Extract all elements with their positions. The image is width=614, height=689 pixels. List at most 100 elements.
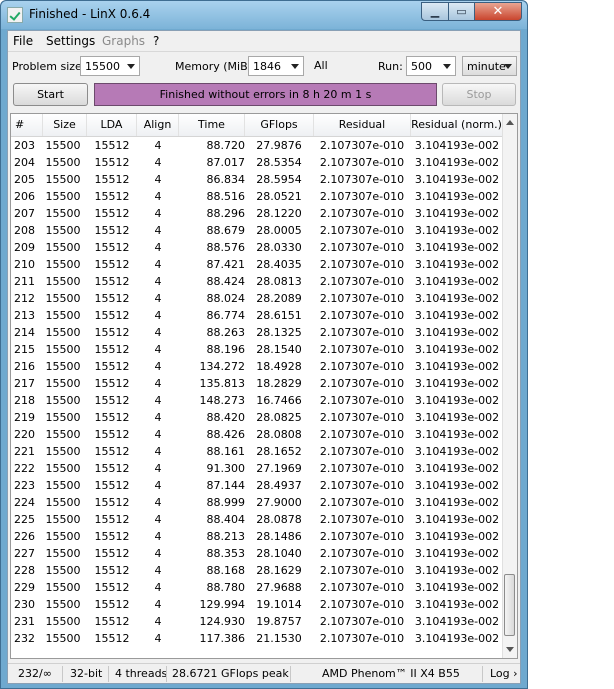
table-row[interactable]: 227 15500 15512 4 88.353 28.1040 2.107307e-010…: [11, 545, 503, 562]
scroll-thumb[interactable]: [504, 574, 515, 636]
table-row[interactable]: 205 15500 15512 4 86.834 28.5954 2.107307e-010…: [11, 171, 503, 188]
table-header: # Size LDA Align Time GFlops Residual Re…: [11, 114, 503, 137]
memory-select[interactable]: 1846: [248, 56, 304, 76]
all-button[interactable]: All: [314, 59, 328, 72]
checkmark-app-icon[interactable]: [7, 7, 23, 23]
cell-time: 88.161: [206, 445, 246, 458]
cell-number: 217: [14, 377, 35, 390]
cell-align: 4: [154, 615, 162, 628]
table-row[interactable]: 232 15500 15512 4 117.386 21.1530 2.107307e-01…: [11, 630, 503, 647]
cell-size: 15500: [45, 598, 81, 611]
column-header-residual[interactable]: Residual: [314, 114, 411, 136]
maximize-button[interactable]: ▭: [448, 2, 475, 21]
table-row[interactable]: 204 15500 15512 4 87.017 28.5354 2.107307e-010…: [11, 154, 503, 171]
cell-residual-norm: 3.104193e-002: [414, 292, 500, 305]
menu-file[interactable]: File: [13, 34, 33, 48]
cell-lda: 15512: [94, 428, 130, 441]
table-row[interactable]: 207 15500 15512 4 88.296 28.1220 2.107307e-010…: [11, 205, 503, 222]
results-table: # Size LDA Align Time GFlops Residual Re…: [10, 113, 518, 659]
cell-time: 88.516: [206, 190, 246, 203]
table-row[interactable]: 214 15500 15512 4 88.263 28.1325 2.107307e-010…: [11, 324, 503, 341]
cell-time: 88.353: [206, 547, 246, 560]
table-row[interactable]: 213 15500 15512 4 86.774 28.6151 2.107307e-010…: [11, 307, 503, 324]
column-header-lda[interactable]: LDA: [87, 114, 137, 136]
cell-gflops: 28.1486: [256, 530, 302, 543]
cell-residual-norm: 3.104193e-002: [414, 309, 500, 322]
table-row[interactable]: 222 15500 15512 4 91.300 27.1969 2.107307e-010…: [11, 460, 503, 477]
table-row[interactable]: 217 15500 15512 4 135.813 18.2829 2.107307e-01…: [11, 375, 503, 392]
table-row[interactable]: 211 15500 15512 4 88.424 28.0813 2.107307e-010…: [11, 273, 503, 290]
cell-number: 231: [14, 615, 35, 628]
status-cpu-name: AMD Phenom™ II X4 B55: [322, 667, 460, 680]
cell-residual-norm: 3.104193e-002: [414, 513, 500, 526]
cell-time: 88.168: [206, 564, 246, 577]
cell-residual: 2.107307e-010: [319, 139, 405, 152]
column-header-size[interactable]: Size: [43, 114, 87, 136]
cell-gflops: 28.2089: [256, 292, 302, 305]
run-label: Run:: [378, 60, 403, 73]
close-icon: ✕: [492, 4, 504, 19]
table-row[interactable]: 220 15500 15512 4 88.426 28.0808 2.107307e-010…: [11, 426, 503, 443]
menu-graphs[interactable]: Graphs: [102, 34, 145, 48]
table-row[interactable]: 203 15500 15512 4 88.720 27.9876 2.107307e-010…: [11, 137, 503, 154]
cell-residual-norm: 3.104193e-002: [414, 360, 500, 373]
cell-align: 4: [154, 496, 162, 509]
table-row[interactable]: 226 15500 15512 4 88.213 28.1486 2.107307e-010…: [11, 528, 503, 545]
cell-time: 117.386: [199, 632, 246, 645]
stop-button[interactable]: Stop: [442, 83, 516, 106]
menu-help[interactable]: ?: [153, 34, 159, 48]
table-row[interactable]: 231 15500 15512 4 124.930 19.8757 2.107307e-01…: [11, 613, 503, 630]
cell-residual-norm: 3.104193e-002: [414, 156, 500, 169]
table-row[interactable]: 229 15500 15512 4 88.780 27.9688 2.107307e-010…: [11, 579, 503, 596]
table-row[interactable]: 219 15500 15512 4 88.420 28.0825 2.107307e-010…: [11, 409, 503, 426]
table-row[interactable]: 209 15500 15512 4 88.576 28.0330 2.107307e-010…: [11, 239, 503, 256]
vertical-scrollbar[interactable]: [502, 114, 517, 658]
column-header-align[interactable]: Align: [137, 114, 179, 136]
cell-gflops: 27.1969: [256, 462, 302, 475]
table-row[interactable]: 224 15500 15512 4 88.999 27.9000 2.107307e-010…: [11, 494, 503, 511]
scroll-down-icon[interactable]: [506, 647, 514, 652]
table-row[interactable]: 221 15500 15512 4 88.161 28.1652 2.107307e-010…: [11, 443, 503, 460]
cell-residual-norm: 3.104193e-002: [414, 479, 500, 492]
scroll-up-icon[interactable]: [506, 120, 514, 125]
table-row[interactable]: 208 15500 15512 4 88.679 28.0005 2.107307e-010…: [11, 222, 503, 239]
cell-align: 4: [154, 377, 162, 390]
cell-number: 222: [14, 462, 35, 475]
minimize-button[interactable]: ▁: [421, 2, 449, 21]
column-header-gflops[interactable]: GFlops: [245, 114, 314, 136]
minimize-icon: ▁: [430, 5, 440, 18]
cell-gflops: 28.0521: [256, 190, 302, 203]
table-row[interactable]: 216 15500 15512 4 134.272 18.4928 2.107307e-01…: [11, 358, 503, 375]
cell-lda: 15512: [94, 496, 130, 509]
table-row[interactable]: 218 15500 15512 4 148.273 16.7466 2.107307e-01…: [11, 392, 503, 409]
table-row[interactable]: 206 15500 15512 4 88.516 28.0521 2.107307e-010…: [11, 188, 503, 205]
column-header-residual-norm[interactable]: Residual (norm.): [411, 114, 503, 136]
problem-size-select[interactable]: 15500: [80, 56, 140, 76]
close-button[interactable]: ✕: [474, 2, 522, 21]
table-row[interactable]: 228 15500 15512 4 88.168 28.1629 2.107307e-010…: [11, 562, 503, 579]
cell-size: 15500: [45, 462, 81, 475]
run-count-select[interactable]: 500: [406, 56, 456, 76]
cell-size: 15500: [45, 309, 81, 322]
table-row[interactable]: 212 15500 15512 4 88.024 28.2089 2.107307e-010…: [11, 290, 503, 307]
start-button[interactable]: Start: [13, 83, 88, 106]
log-button[interactable]: Log ›: [490, 667, 518, 680]
menu-settings[interactable]: Settings: [46, 34, 95, 48]
cell-residual-norm: 3.104193e-002: [414, 411, 500, 424]
table-row[interactable]: 225 15500 15512 4 88.404 28.0878 2.107307e-010…: [11, 511, 503, 528]
cell-time: 88.576: [206, 241, 246, 254]
column-header-number[interactable]: #: [11, 114, 43, 136]
column-header-time[interactable]: Time: [179, 114, 245, 136]
cell-lda: 15512: [94, 326, 130, 339]
table-row[interactable]: 230 15500 15512 4 129.994 19.1014 2.107307e-01…: [11, 596, 503, 613]
table-row[interactable]: 215 15500 15512 4 88.196 28.1540 2.107307e-010…: [11, 341, 503, 358]
cell-align: 4: [154, 326, 162, 339]
run-unit-select[interactable]: minute: [462, 56, 517, 76]
cell-time: 88.296: [206, 207, 246, 220]
title-bar[interactable]: Finished - LinX 0.6.4 ▁ ▭ ✕: [1, 1, 527, 29]
table-row[interactable]: 223 15500 15512 4 87.144 28.4937 2.107307e-010…: [11, 477, 503, 494]
table-row[interactable]: 210 15500 15512 4 87.421 28.4035 2.107307e-010…: [11, 256, 503, 273]
cell-size: 15500: [45, 445, 81, 458]
cell-size: 15500: [45, 632, 81, 645]
cell-size: 15500: [45, 411, 81, 424]
